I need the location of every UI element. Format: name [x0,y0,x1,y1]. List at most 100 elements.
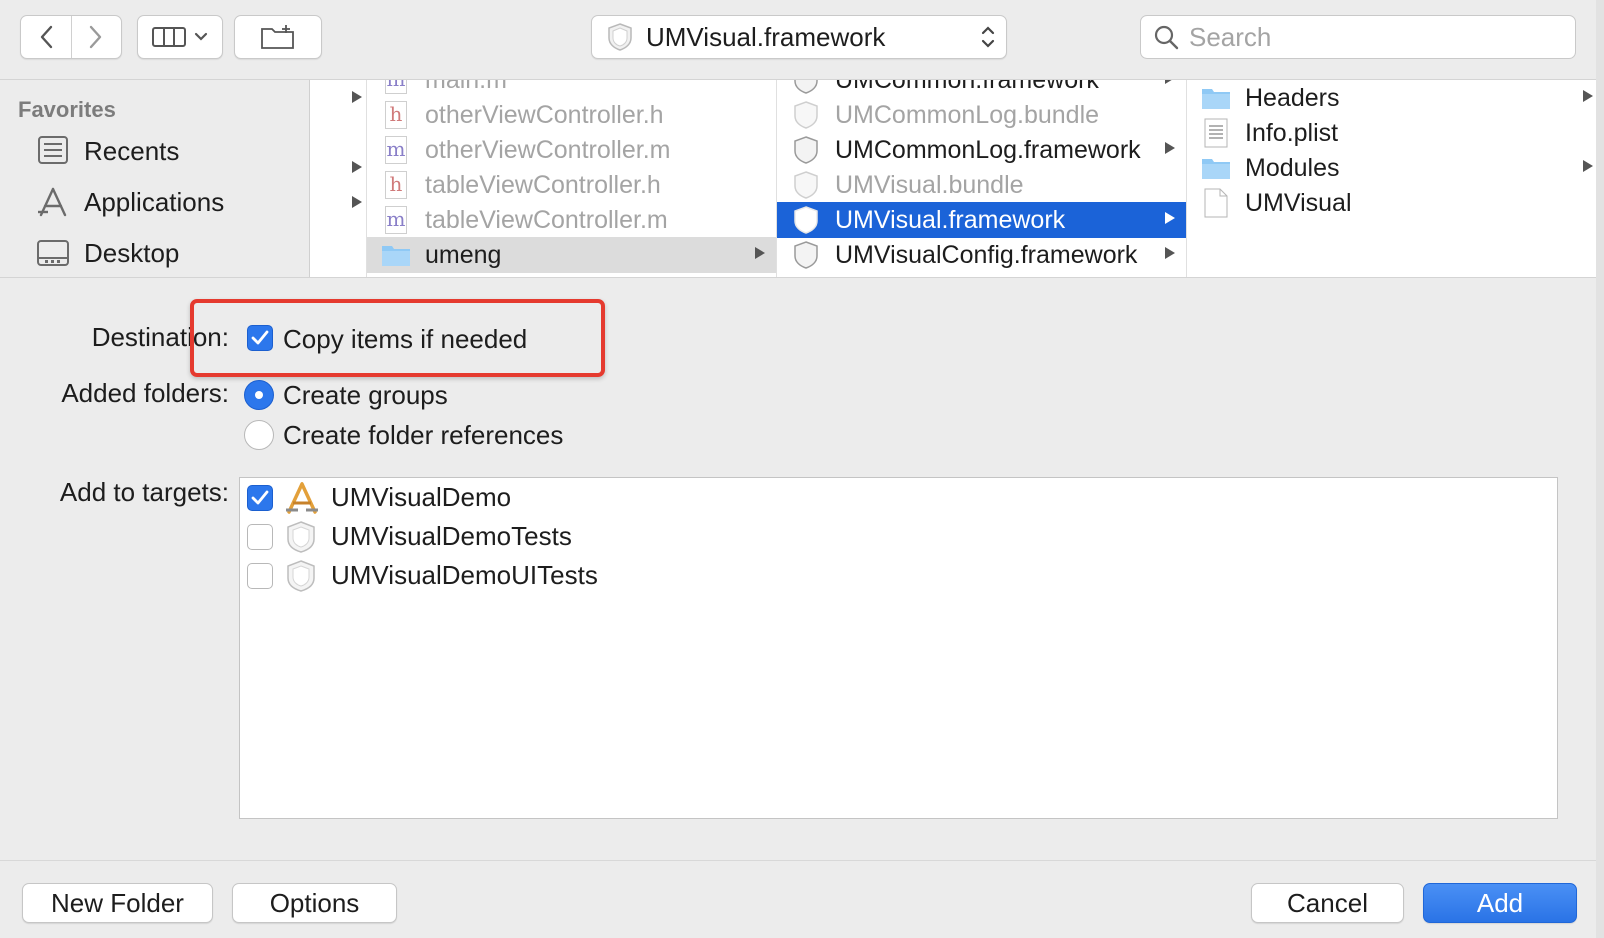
view-mode-button[interactable] [137,15,223,59]
target-row: UMVisualDemoTests [240,517,1557,557]
file-row[interactable]: m main.m [367,80,776,98]
toolbar: UMVisual.framework [0,0,1604,80]
bundle-icon [791,170,821,200]
file-row[interactable]: m tableViewController.m [367,202,776,238]
disclosure-arrow-icon [352,196,362,208]
file-name: UMCommonLog.framework [835,135,1141,164]
file-row[interactable]: Info.plist [1187,115,1604,151]
browser-column-2: m main.m h otherViewController.h m other… [367,80,777,277]
file-row[interactable]: UMCommonLog.framework [777,132,1186,168]
applications-icon [38,187,67,217]
desktop-icon [37,240,69,266]
location-popup-label: UMVisual.framework [646,21,886,52]
folder-row-selected[interactable]: umeng [367,237,776,273]
file-name: otherViewController.h [425,100,664,129]
sidebar-item-recents[interactable]: Recents [36,131,179,171]
checkmark-icon [251,490,269,505]
file-row[interactable]: Modules [1187,150,1604,186]
folder-icon [1201,153,1231,183]
browser-column-1 [311,80,367,277]
search-icon [1154,25,1179,50]
folder-icon [1201,83,1231,113]
framework-icon [791,240,821,270]
file-name: umeng [425,240,502,269]
disclosure-arrow-icon [1165,80,1172,84]
target-checkbox[interactable] [247,524,273,550]
sidebar-item-label: Recents [84,135,180,166]
source-file-icon: m [381,80,411,95]
options-button[interactable]: Options [232,883,397,923]
app-target-icon [286,482,318,514]
file-name: Headers [1245,83,1340,112]
target-row: UMVisualDemoUITests [240,556,1557,596]
target-name: UMVisualDemo [331,482,512,512]
sidebar-item-label: Applications [84,186,225,217]
file-row[interactable]: UMVisual.bundle [777,167,1186,203]
target-name: UMVisualDemoTests [331,521,572,551]
disclosure-arrow-icon [352,91,362,103]
sidebar: Favorites Recents Applications Desktop [0,80,310,277]
chevron-right-icon [90,25,102,49]
create-groups-radio[interactable] [244,380,274,410]
test-target-icon [287,560,315,592]
file-name: tableViewController.h [425,170,661,199]
recents-icon [38,136,68,164]
create-folder-references-label: Create folder references [283,420,564,450]
file-row[interactable]: h otherViewController.h [367,97,776,133]
file-name: UMVisual [1245,188,1352,217]
browser-column-3: UMCommon.framework UMCommonLog.bundle UM… [777,80,1187,277]
file-row[interactable]: UMCommonLog.bundle [777,97,1186,133]
search-input[interactable] [1189,21,1569,53]
file-row[interactable]: UMVisualConfig.framework [777,237,1186,273]
framework-icon [791,80,821,95]
plist-file-icon [1201,118,1231,148]
file-name: UMVisual.framework [835,205,1066,234]
file-row[interactable]: Headers [1187,80,1604,116]
added-folders-label: Added folders: [61,378,229,408]
location-popup[interactable]: UMVisual.framework [591,15,1007,59]
create-groups-label: Create groups [283,380,448,410]
sidebar-item-desktop[interactable]: Desktop [36,233,179,273]
new-folder-icon [261,25,294,49]
folder-icon [381,240,411,270]
file-browser: Favorites Recents Applications Desktop m… [0,80,1604,278]
header-file-icon: h [381,100,411,130]
new-folder-toolbar-button[interactable] [234,15,322,59]
disclosure-arrow-icon [755,247,765,259]
bottom-divider [0,860,1604,861]
document-file-icon [1201,188,1231,218]
target-checkbox[interactable] [247,485,273,511]
disclosure-arrow-icon [1165,142,1175,154]
file-name: main.m [425,80,507,95]
test-target-icon [287,521,315,553]
file-row[interactable]: m otherViewController.m [367,132,776,168]
window-edge-scrollbar[interactable] [1596,0,1604,938]
sidebar-item-applications[interactable]: Applications [36,182,224,222]
updown-chevron-icon [981,26,995,48]
disclosure-arrow-icon [352,161,362,173]
file-row[interactable]: UMCommon.framework [777,80,1186,98]
add-button[interactable]: Add [1423,883,1577,923]
chevron-down-icon [194,32,208,41]
disclosure-arrow-icon [1583,90,1593,102]
file-name: UMVisual.bundle [835,170,1024,199]
file-name: otherViewController.m [425,135,671,164]
source-file-icon: m [381,135,411,165]
sidebar-heading-favorites: Favorites [18,97,116,122]
framework-icon [791,135,821,165]
bundle-icon [791,100,821,130]
browser-column-4: Headers Info.plist Modules UMVisual [1187,80,1604,277]
target-checkbox[interactable] [247,563,273,589]
new-folder-button[interactable]: New Folder [22,883,213,923]
file-row[interactable]: h tableViewController.h [367,167,776,203]
highlight-annotation-box [190,299,605,377]
source-file-icon: m [381,205,411,235]
back-button[interactable] [21,16,71,58]
file-row-selected[interactable]: UMVisual.framework [777,202,1186,238]
forward-button[interactable] [70,16,121,58]
create-folder-references-radio[interactable] [244,420,274,450]
file-name: UMCommonLog.bundle [835,100,1100,129]
file-row[interactable]: UMVisual [1187,185,1604,221]
cancel-button[interactable]: Cancel [1251,883,1404,923]
target-row: UMVisualDemo [240,478,1557,518]
